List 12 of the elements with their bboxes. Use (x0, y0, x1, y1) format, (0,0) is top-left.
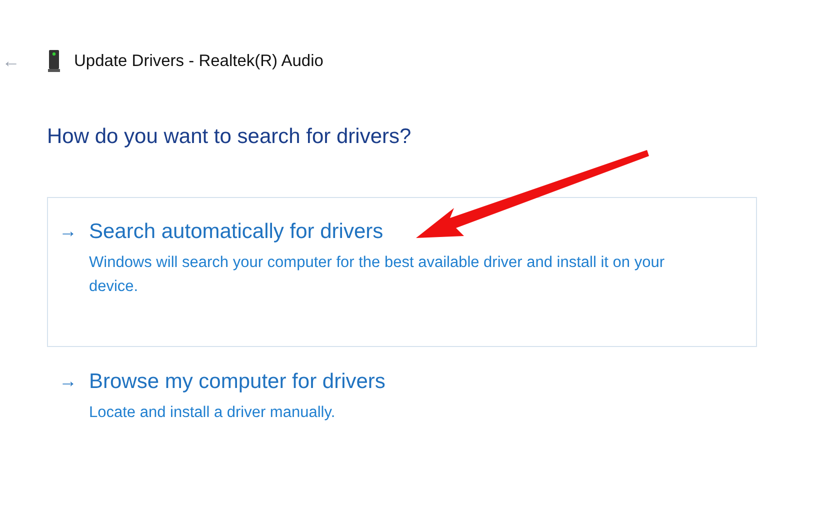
option-description: Locate and install a driver manually. (89, 403, 336, 423)
arrow-icon: → (59, 368, 89, 395)
option-description: Windows will search your computer for the best available driver and install it on your device. (89, 253, 666, 297)
option-title: Search automatically for drivers (89, 218, 384, 244)
option-title: Browse my computer for drivers (89, 368, 386, 394)
window-title: Update Drivers - Realtek(R) Audio (74, 50, 324, 72)
device-icon (48, 50, 60, 72)
option-card[interactable]: → Search automatically for drivers Windows will search your computer for the best available driver and install it on your device. (47, 196, 757, 346)
page-heading: How do you want to search for drivers? (47, 124, 412, 150)
arrow-icon: → (59, 218, 89, 245)
back-button[interactable]: ← (2, 48, 26, 74)
option-card[interactable]: → Browse my computer for drivers Locate and install a driver manually. (47, 346, 757, 496)
